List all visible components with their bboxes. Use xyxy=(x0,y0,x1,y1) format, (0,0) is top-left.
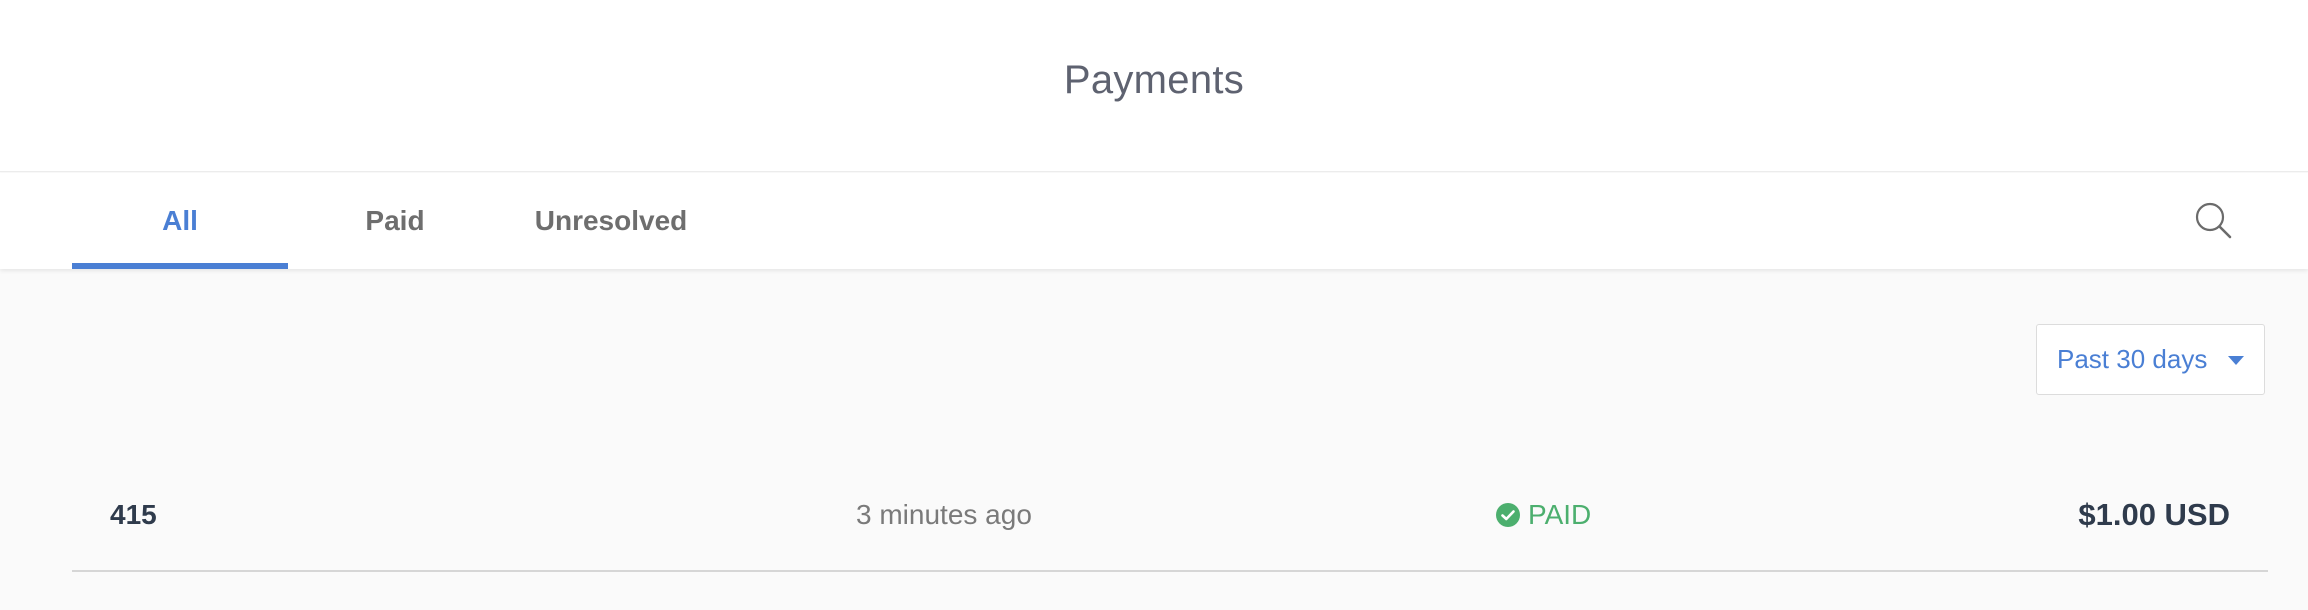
payment-status: PAID xyxy=(1496,460,1591,570)
date-range-dropdown[interactable]: Past 30 days xyxy=(2036,324,2265,395)
page-title: Payments xyxy=(1063,58,1245,102)
caret-down-icon xyxy=(2228,356,2244,365)
date-range-label: Past 30 days xyxy=(2057,344,2208,374)
payment-amount: $1.00 USD xyxy=(2078,497,2230,532)
tab-bar: All Paid Unresolved xyxy=(0,173,2308,269)
search-icon xyxy=(2195,202,2232,239)
payment-time: 3 minutes ago xyxy=(856,499,1032,530)
active-tab-indicator xyxy=(72,263,288,269)
search-button[interactable] xyxy=(2190,197,2238,245)
tab-all[interactable]: All xyxy=(72,173,288,269)
payment-id: 415 xyxy=(110,499,157,530)
tab-paid[interactable]: Paid xyxy=(345,173,445,269)
page-header: Payments xyxy=(0,0,2308,172)
check-circle-icon xyxy=(1496,503,1520,527)
tab-unresolved[interactable]: Unresolved xyxy=(530,173,692,269)
status-label: PAID xyxy=(1528,499,1592,530)
payment-row[interactable]: 415 3 minutes ago PAID $1.00 USD xyxy=(72,460,2268,572)
